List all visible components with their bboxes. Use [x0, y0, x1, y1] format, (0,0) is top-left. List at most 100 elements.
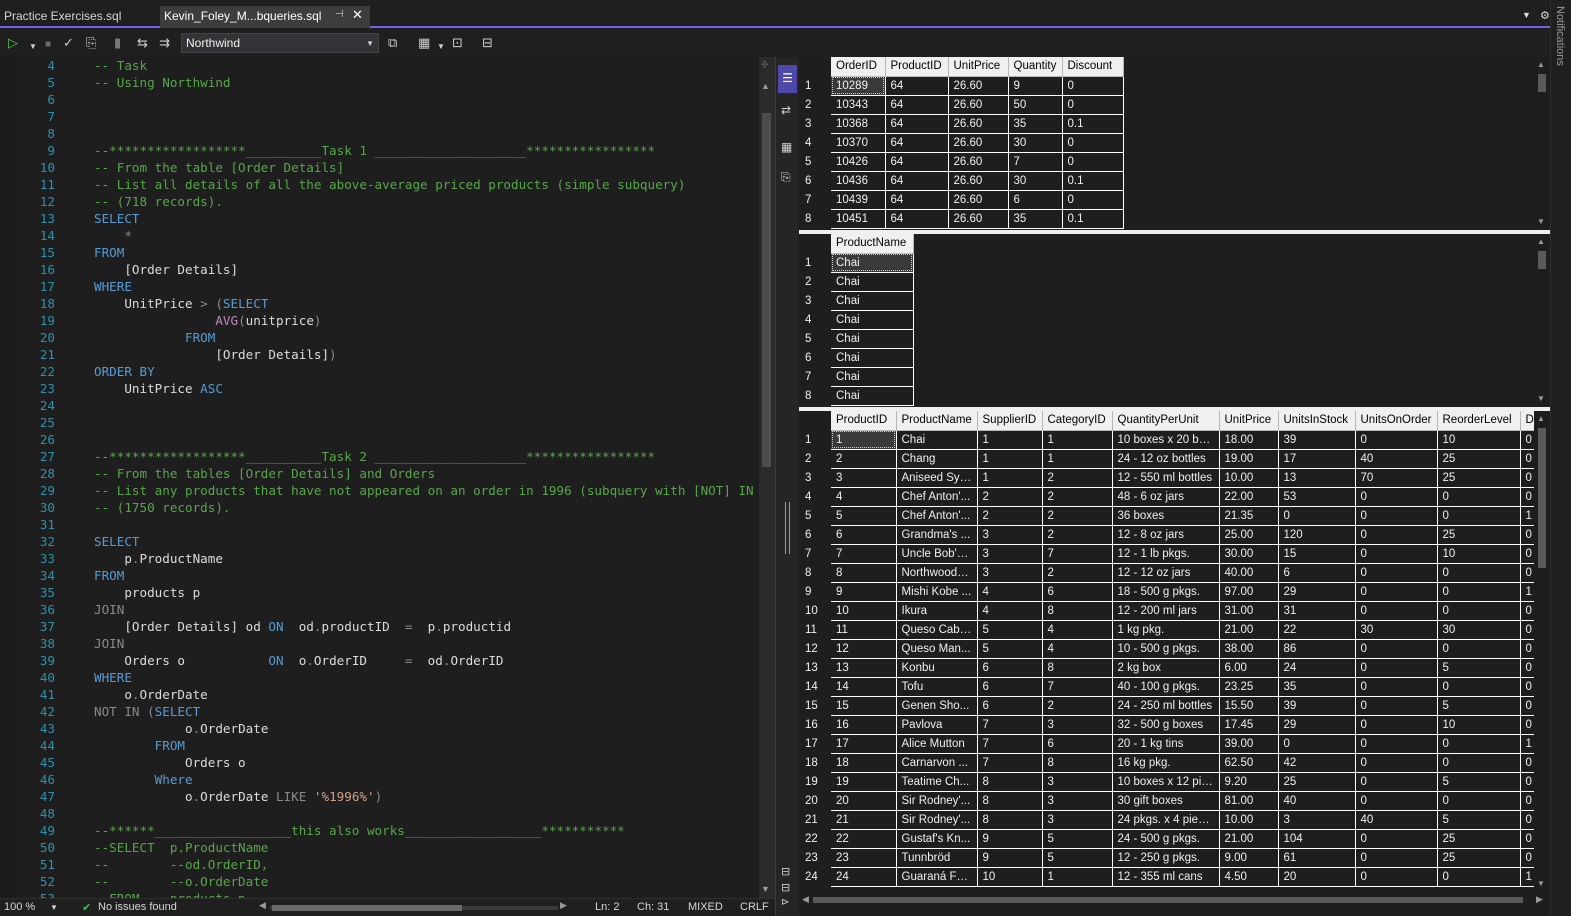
table-cell[interactable]: 8: [977, 810, 1043, 830]
table-cell[interactable]: 0: [1437, 506, 1521, 526]
table-cell[interactable]: 0: [1355, 867, 1438, 887]
row-number[interactable]: 5: [799, 506, 831, 525]
table-row[interactable]: 3 3 Aniseed Syr... 1 2 12 - 550 ml bottles 10.…: [799, 468, 1550, 488]
table-row[interactable]: 18 18 Carnarvon ... 7 8 16 kg pkg. 62.50 42 0 0 0: [799, 753, 1550, 773]
editor-scroll-thumb[interactable]: [762, 113, 771, 467]
results-to-grid-icon[interactable]: ▦: [418, 35, 430, 51]
table-cell[interactable]: 36 boxes: [1112, 506, 1220, 526]
cancel-query-icon[interactable]: ■: [45, 37, 51, 53]
grid-corner[interactable]: [799, 411, 831, 430]
code-line[interactable]: 32 SELECT: [0, 533, 760, 550]
table-row[interactable]: 3 Chai: [799, 291, 914, 311]
specify-values-icon[interactable]: ⊟: [482, 35, 493, 51]
table-cell[interactable]: 42: [1278, 753, 1356, 773]
row-number[interactable]: 6: [799, 348, 831, 367]
table-cell[interactable]: 5: [831, 506, 897, 526]
code-line[interactable]: 4 -- Task: [0, 57, 760, 74]
results-h-scroll-thumb[interactable]: [813, 897, 1523, 903]
whitespace-mode[interactable]: MIXED: [688, 901, 723, 913]
table-cell[interactable]: 2: [1042, 468, 1113, 488]
table-cell[interactable]: 40: [1355, 810, 1438, 830]
table-cell[interactable]: 17: [831, 734, 897, 754]
messages-icon[interactable]: ⎘: [781, 170, 791, 185]
table-cell[interactable]: 24 - 250 ml bottles: [1112, 696, 1220, 716]
table-cell[interactable]: 18: [831, 753, 897, 773]
table-cell[interactable]: Chai: [831, 253, 914, 273]
table-cell[interactable]: 17.45: [1219, 715, 1279, 735]
table-cell[interactable]: 4: [977, 601, 1043, 621]
code-line[interactable]: 25: [0, 414, 760, 431]
table-cell[interactable]: 22: [1278, 620, 1356, 640]
issues-status[interactable]: No issues found: [98, 901, 177, 913]
table-row[interactable]: 6 Chai: [799, 348, 914, 368]
table-cell[interactable]: 23.25: [1219, 677, 1279, 697]
table-cell[interactable]: Chai: [831, 386, 914, 406]
table-cell[interactable]: 64: [885, 209, 949, 229]
code-line[interactable]: 15 FROM: [0, 244, 760, 261]
column-header[interactable]: UnitPrice: [1219, 411, 1279, 431]
editor-horizontal-scrollbar[interactable]: ◀ ▶: [259, 900, 567, 913]
column-header[interactable]: Quantity: [1008, 57, 1063, 77]
table-cell[interactable]: 10289: [831, 76, 886, 96]
scroll-left-icon[interactable]: ◀: [802, 894, 809, 905]
table-cell[interactable]: 26.60: [948, 209, 1009, 229]
table-row[interactable]: 1 Chai: [799, 253, 914, 273]
result-grid-1[interactable]: OrderID ProductID UnitPrice Quantity Discoun…: [799, 57, 1550, 230]
disconnect-icon[interactable]: ⇉: [159, 35, 170, 51]
table-cell[interactable]: 40.00: [1219, 563, 1279, 583]
table-row[interactable]: 8 Chai: [799, 386, 914, 406]
table-cell[interactable]: 7: [1042, 677, 1113, 697]
table-cell[interactable]: 12 - 8 oz jars: [1112, 525, 1220, 545]
row-number[interactable]: 1: [799, 253, 831, 272]
split-icon[interactable]: ⊹: [761, 59, 769, 70]
table-cell[interactable]: 30: [1355, 620, 1438, 640]
grid-corner[interactable]: [799, 234, 831, 253]
table-cell[interactable]: 26.60: [948, 114, 1009, 134]
code-line[interactable]: 29 -- List any products that have not app…: [0, 482, 760, 499]
table-cell[interactable]: 35: [1008, 114, 1063, 134]
code-line[interactable]: 52 -- --o.OrderDate: [0, 873, 760, 890]
table-cell[interactable]: 39: [1278, 696, 1356, 716]
table-row[interactable]: 14 14 Tofu 6 7 40 - 100 g pkgs. 23.25 35 0 0 0: [799, 677, 1550, 697]
table-row[interactable]: 5 Chai: [799, 329, 914, 349]
code-line[interactable]: 47 o.OrderDate LIKE '%1996%'): [0, 788, 760, 805]
code-line[interactable]: 9 --******************__________Task 1 __…: [0, 142, 760, 159]
table-cell[interactable]: 0: [1355, 715, 1438, 735]
table-cell[interactable]: 62.50: [1219, 753, 1279, 773]
table-row[interactable]: 2 2 Chang 1 1 24 - 12 oz bottles 19.00 17 40 25 0: [799, 449, 1550, 469]
table-cell[interactable]: 6: [977, 658, 1043, 678]
table-cell[interactable]: 2: [1042, 563, 1113, 583]
row-number[interactable]: 8: [799, 386, 831, 405]
table-cell[interactable]: 20: [831, 791, 897, 811]
table-cell[interactable]: 10: [1437, 715, 1521, 735]
table-cell[interactable]: 1 kg pkg.: [1112, 620, 1220, 640]
split-vertical-icon[interactable]: ⊟: [781, 881, 790, 894]
table-cell[interactable]: 10436: [831, 171, 886, 191]
table-cell[interactable]: Queso Cabr...: [896, 620, 978, 640]
table-cell[interactable]: 2: [977, 487, 1043, 507]
table-cell[interactable]: 24 pkgs. x 4 pieces: [1112, 810, 1220, 830]
table-cell[interactable]: 97.00: [1219, 582, 1279, 602]
table-cell[interactable]: 3: [1042, 772, 1113, 792]
sql-editor[interactable]: 4 -- Task 5 -- Using Northwind 6 7 8 9 --*******…: [0, 57, 775, 898]
table-cell[interactable]: 2: [831, 449, 897, 469]
code-line[interactable]: 24: [0, 397, 760, 414]
split-horizontal-icon[interactable]: ⊟: [781, 865, 790, 878]
table-cell[interactable]: 5: [1042, 829, 1113, 849]
table-cell[interactable]: 6.00: [1219, 658, 1279, 678]
row-number[interactable]: 10: [799, 601, 831, 620]
expand-pane-icon[interactable]: ⊳: [781, 897, 789, 908]
table-cell[interactable]: 35: [1278, 677, 1356, 697]
table-cell[interactable]: 26.60: [948, 171, 1009, 191]
table-cell[interactable]: 0.1: [1062, 114, 1124, 134]
table-row[interactable]: 4 Chai: [799, 310, 914, 330]
table-cell[interactable]: 0: [1437, 867, 1521, 887]
table-cell[interactable]: 8: [1042, 753, 1113, 773]
table-cell[interactable]: 10: [831, 601, 897, 621]
table-cell[interactable]: 3: [1042, 715, 1113, 735]
code-line[interactable]: 16 [Order Details]: [0, 261, 760, 278]
table-row[interactable]: 5 10426 64 26.60 7 0: [799, 152, 1124, 172]
table-cell[interactable]: 9: [1008, 76, 1063, 96]
table-row[interactable]: 3 10368 64 26.60 35 0.1: [799, 114, 1124, 134]
code-line[interactable]: 50 --SELECT p.ProductName: [0, 839, 760, 856]
